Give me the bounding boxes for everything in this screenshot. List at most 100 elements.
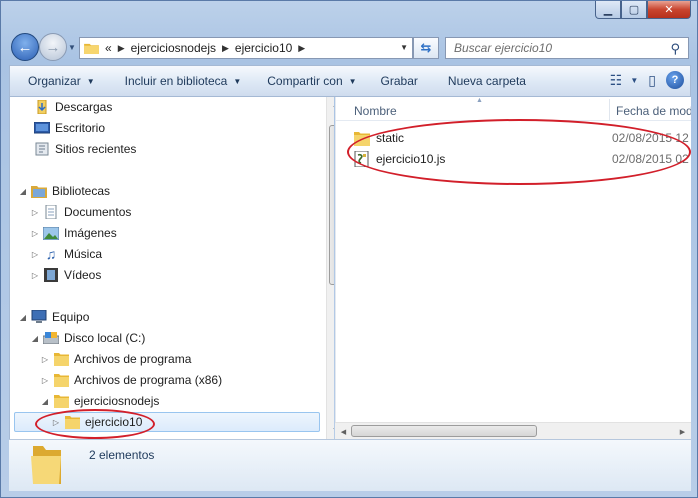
expanded-icon[interactable]: ◢	[30, 334, 40, 343]
js-script-icon	[354, 151, 370, 167]
nav-label: Documentos	[64, 205, 132, 219]
chevron-down-icon: ▼	[86, 76, 95, 86]
new-folder-button[interactable]: Nueva carpeta	[428, 74, 536, 88]
column-date-header[interactable]: Fecha de mod	[616, 104, 691, 118]
nav-item-videos[interactable]: ▷ Vídeos	[30, 265, 101, 285]
search-input[interactable]	[454, 41, 654, 55]
file-date: 02/08/2015 12	[612, 131, 689, 145]
preview-pane-button[interactable]: ▯	[648, 72, 656, 89]
explorer-window: ▁ ▢ ✕ ← → ▼ « ▶ ejerciciosnodejs ▶ ejerc…	[0, 0, 698, 498]
breadcrumb-ejercicio10[interactable]: ejercicio10	[235, 41, 292, 55]
maximize-button[interactable]: ▢	[621, 1, 647, 19]
help-button[interactable]: ?	[666, 71, 684, 89]
nav-item-images[interactable]: ▷ Imágenes	[30, 223, 117, 243]
desktop-icon	[34, 121, 50, 135]
nav-label: Disco local (C:)	[64, 331, 146, 345]
nav-item-downloads[interactable]: Descargas	[34, 97, 112, 117]
refresh-button[interactable]: ⇆	[413, 37, 439, 59]
nav-label: Equipo	[52, 310, 90, 324]
chevron-right-icon[interactable]: ▶	[222, 43, 229, 54]
forward-button[interactable]: →	[39, 33, 67, 61]
title-bar: ▁ ▢ ✕	[1, 1, 697, 25]
nav-label: Escritorio	[55, 121, 106, 135]
address-overflow[interactable]: «	[105, 41, 112, 55]
nav-item-ejercicio10[interactable]: ▷ ejercicio10	[14, 412, 320, 432]
nav-item-documents[interactable]: ▷ Documentos	[30, 202, 131, 222]
file-list-horizontal-scrollbar[interactable]: ◀ ▶	[335, 422, 691, 439]
file-row-static[interactable]: static 02/08/2015 12	[354, 128, 691, 148]
close-button[interactable]: ✕	[647, 1, 691, 19]
nav-item-desktop[interactable]: Escritorio	[34, 118, 105, 138]
collapsed-icon[interactable]: ▷	[30, 250, 40, 259]
collapsed-icon[interactable]: ▷	[40, 376, 50, 385]
include-library-button[interactable]: Incluir en biblioteca ▼	[105, 74, 252, 88]
caption-buttons: ▁ ▢ ✕	[595, 1, 691, 19]
burn-button[interactable]: Grabar	[367, 74, 428, 88]
burn-label: Grabar	[380, 74, 418, 88]
chevron-right-icon[interactable]: ▶	[298, 43, 305, 54]
view-options-button[interactable]: ☷ ▼	[610, 72, 638, 89]
nav-label: Descargas	[55, 100, 113, 114]
collapsed-icon[interactable]: ▷	[30, 271, 40, 280]
folder-icon	[84, 43, 99, 54]
scroll-left-icon[interactable]: ◀	[335, 423, 352, 440]
nav-item-computer[interactable]: ◢ Equipo	[18, 307, 89, 327]
file-name: ejercicio10.js	[376, 152, 446, 166]
scrollbar-thumb[interactable]	[351, 425, 537, 437]
breadcrumb-ejerciciosnodejs[interactable]: ejerciciosnodejs	[131, 41, 216, 55]
nav-item-music[interactable]: ▷ ♫ Música	[30, 244, 102, 264]
collapsed-icon[interactable]: ▷	[30, 229, 40, 238]
documents-icon	[43, 205, 59, 219]
nav-item-local-disk[interactable]: ◢ Disco local (C:)	[30, 328, 145, 348]
expanded-icon[interactable]: ◢	[18, 313, 28, 322]
help-icon: ?	[671, 74, 679, 86]
column-header: ▲ Nombre Fecha de mod	[336, 97, 691, 121]
share-with-button[interactable]: Compartir con ▼	[251, 74, 366, 88]
refresh-icon: ⇆	[420, 40, 432, 55]
nav-item-ejerciciosnodejs[interactable]: ◢ ejerciciosnodejs	[40, 391, 159, 411]
item-count: 2 elementos	[89, 448, 155, 462]
folder-icon	[53, 394, 69, 408]
nav-item-libraries[interactable]: ◢ Bibliotecas	[18, 181, 110, 201]
chevron-right-icon[interactable]: ▶	[118, 43, 125, 54]
collapsed-icon[interactable]: ▷	[40, 355, 50, 364]
scroll-up-icon[interactable]: ▲	[327, 97, 334, 114]
chevron-down-icon: ▼	[630, 75, 639, 85]
search-icon[interactable]: ⚲	[670, 41, 680, 57]
chevron-down-icon: ▼	[348, 76, 357, 86]
folder-icon	[31, 446, 61, 484]
nav-label: Música	[64, 247, 103, 261]
preview-pane-icon: ▯	[648, 71, 656, 88]
forward-arrow-icon: →	[45, 38, 61, 56]
scroll-right-icon[interactable]: ▶	[674, 423, 691, 440]
images-icon	[43, 226, 59, 240]
nav-item-program-files[interactable]: ▷ Archivos de programa	[40, 349, 191, 369]
back-button[interactable]: ←	[11, 33, 39, 61]
chevron-down-icon: ▼	[233, 76, 242, 86]
file-row-ejercicio10-js[interactable]: ejercicio10.js 02/08/2015 02	[354, 149, 691, 169]
include-library-label: Incluir en biblioteca	[124, 74, 228, 88]
nav-label: ejercicio10	[85, 415, 143, 429]
expanded-icon[interactable]: ◢	[18, 187, 28, 196]
nav-label: ejerciciosnodejs	[74, 394, 160, 408]
collapsed-icon[interactable]: ▷	[30, 208, 40, 217]
search-box[interactable]: ⚲	[445, 37, 689, 59]
nav-item-recent-places[interactable]: Sitios recientes	[34, 139, 136, 159]
new-folder-label: Nueva carpeta	[447, 74, 526, 88]
scrollbar-thumb[interactable]	[329, 125, 334, 285]
organize-button[interactable]: Organizar ▼	[10, 74, 105, 88]
nav-item-program-files-x86[interactable]: ▷ Archivos de programa (x86)	[40, 370, 222, 390]
recent-pages-dropdown[interactable]: ▼	[68, 43, 76, 52]
collapsed-icon[interactable]: ▷	[51, 418, 61, 427]
nav-vertical-scrollbar[interactable]: ▲ ▼	[326, 97, 334, 439]
expanded-icon[interactable]: ◢	[40, 397, 50, 406]
column-name-header[interactable]: Nombre	[354, 104, 397, 118]
column-separator[interactable]	[609, 99, 610, 121]
address-dropdown-icon[interactable]: ▼	[400, 43, 408, 52]
minimize-button[interactable]: ▁	[595, 1, 621, 19]
address-bar[interactable]: « ▶ ejerciciosnodejs ▶ ejercicio10 ▶ ▼	[79, 37, 413, 59]
folder-icon	[53, 373, 69, 387]
downloads-folder-icon	[34, 100, 50, 114]
scroll-down-icon[interactable]: ▼	[327, 422, 334, 439]
folder-icon	[354, 130, 370, 146]
